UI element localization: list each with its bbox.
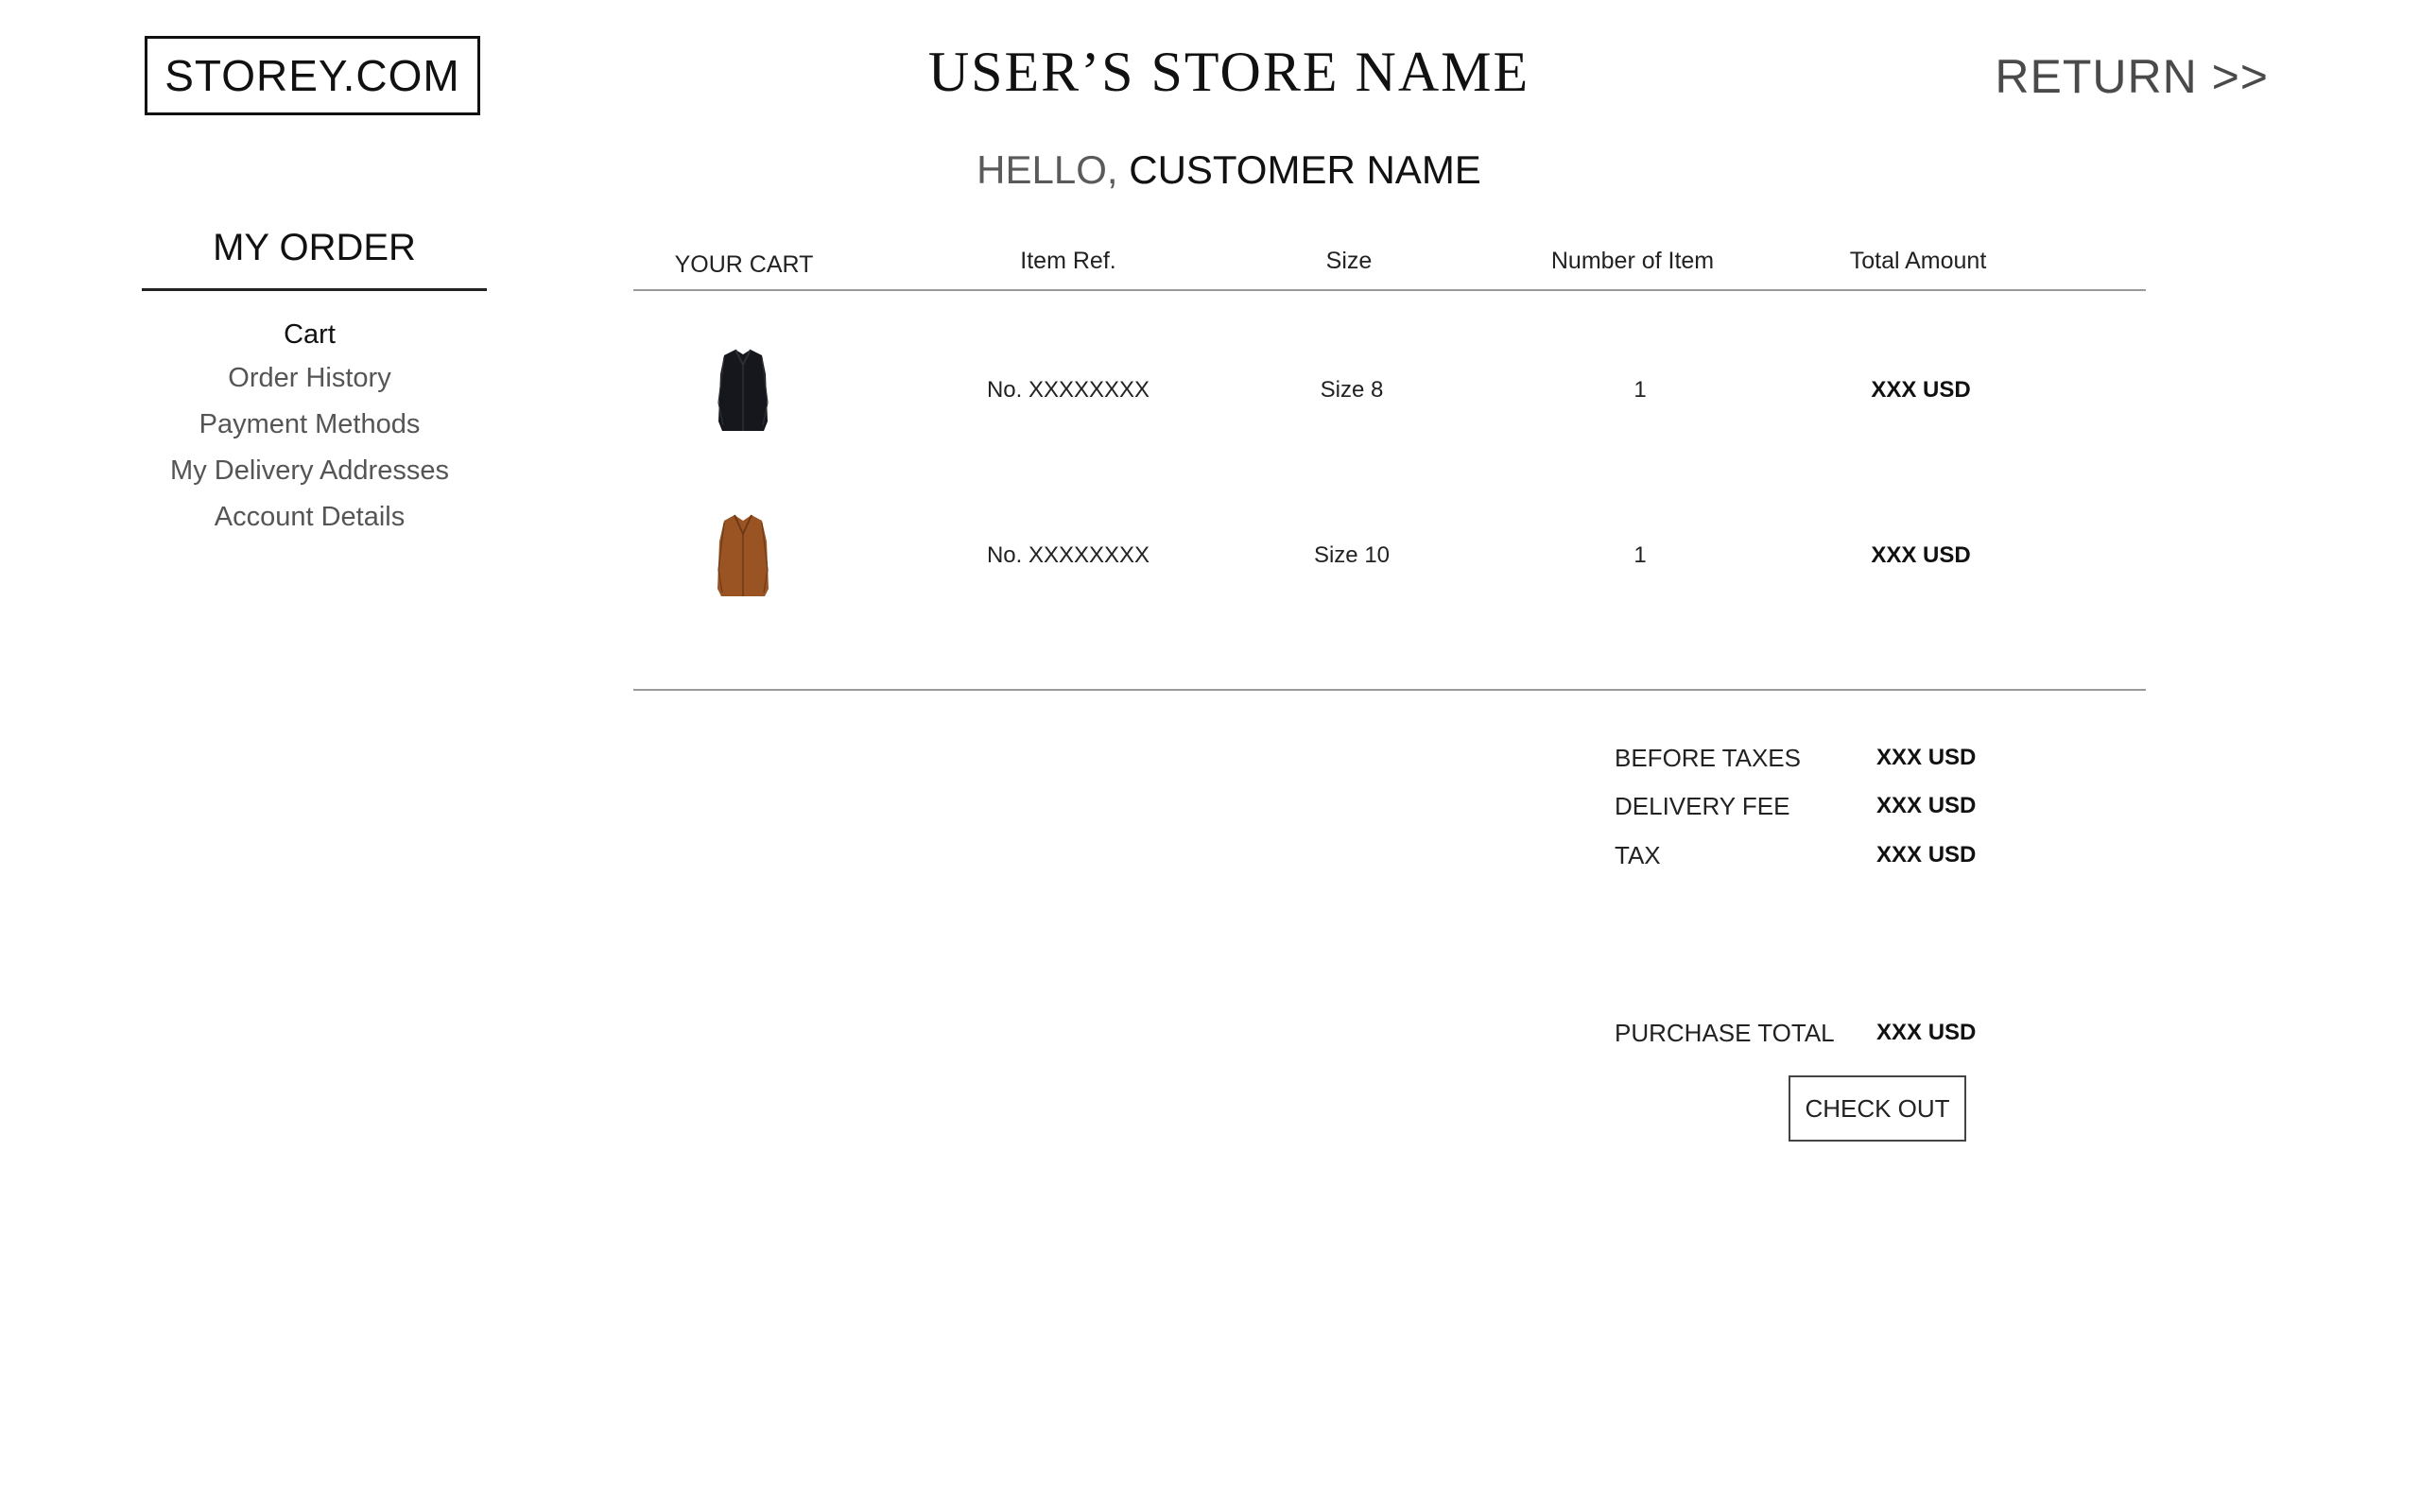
customer-name: CUSTOMER NAME xyxy=(1129,147,1481,192)
table-row: No. XXXXXXXX Size 8 1 XXX USD xyxy=(633,338,2146,442)
purchase-total-label: PURCHASE TOTAL xyxy=(1615,1019,1835,1047)
item-quantity: 1 xyxy=(1634,377,1647,403)
table-row: No. XXXXXXXX Size 10 1 XXX USD xyxy=(633,504,2146,608)
sidebar-nav: Cart Order History Payment Methods My De… xyxy=(142,314,477,541)
sidebar-item-delivery-addresses[interactable]: My Delivery Addresses xyxy=(142,448,477,494)
item-ref: No. XXXXXXXX xyxy=(986,542,1150,568)
black-coat-image[interactable] xyxy=(715,346,771,435)
item-ref: No. XXXXXXXX xyxy=(986,377,1150,403)
sidebar-title: MY ORDER xyxy=(213,227,416,268)
sidebar-item-payment-methods[interactable]: Payment Methods xyxy=(142,402,477,448)
delivery-fee-label: DELIVERY FEE xyxy=(1615,792,1790,820)
column-total-amount: Total Amount xyxy=(1849,248,1987,274)
greeting-hello: HELLO, xyxy=(977,147,1130,192)
sidebar-item-account-details[interactable]: Account Details xyxy=(142,494,477,541)
site-logo[interactable]: STOREY.COM xyxy=(145,36,480,115)
cart-bottom-divider xyxy=(633,689,2146,691)
before-taxes-value: XXX USD xyxy=(1876,745,1977,770)
tax-label: TAX xyxy=(1615,841,1661,869)
column-item-ref: Item Ref. xyxy=(1020,248,1116,274)
column-size: Size xyxy=(1325,248,1373,274)
purchase-total-value: XXX USD xyxy=(1876,1020,1977,1045)
return-link[interactable]: RETURN >> xyxy=(1995,49,2269,104)
tax-value: XXX USD xyxy=(1876,842,1977,868)
item-total-amount: XXX USD xyxy=(1871,377,1971,403)
item-total-amount: XXX USD xyxy=(1871,542,1971,568)
item-size: Size 10 xyxy=(1313,542,1391,568)
checkout-button[interactable]: CHECK OUT xyxy=(1789,1075,1966,1142)
store-name-title: USER’S STORE NAME xyxy=(927,41,1530,103)
column-your-cart: YOUR CART xyxy=(674,251,814,278)
sidebar-divider xyxy=(142,288,487,291)
cart-table-header: YOUR CART Item Ref. Size Number of Item … xyxy=(633,248,2146,291)
column-number-of-item: Number of Item xyxy=(1550,248,1715,274)
brown-coat-image[interactable] xyxy=(715,511,771,600)
item-quantity: 1 xyxy=(1634,542,1647,568)
sidebar-item-order-history[interactable]: Order History xyxy=(142,355,477,402)
cart-header-divider xyxy=(633,289,2146,291)
delivery-fee-value: XXX USD xyxy=(1876,793,1977,818)
item-size: Size 8 xyxy=(1320,377,1384,403)
sidebar-item-cart[interactable]: Cart xyxy=(142,314,477,355)
before-taxes-label: BEFORE TAXES xyxy=(1615,744,1801,772)
greeting: HELLO, CUSTOMER NAME xyxy=(756,147,1702,193)
